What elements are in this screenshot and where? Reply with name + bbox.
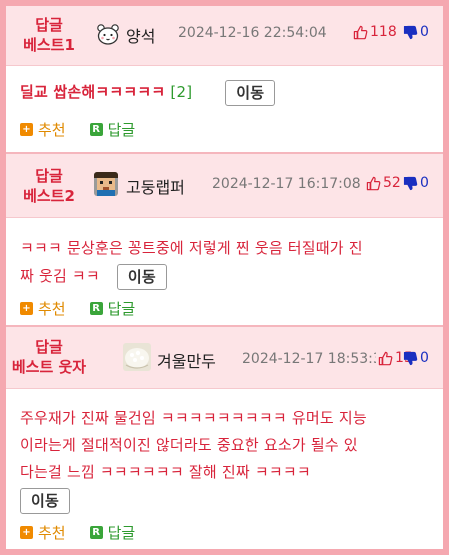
plus-icon: + — [20, 525, 33, 539]
downvote-button[interactable]: 0 — [403, 175, 429, 191]
comment-text-line: 짜 웃김 ㅋㅋ — [20, 267, 100, 285]
comment-text-line: ㅋㅋㅋ 문상훈은 꽁트중에 저렇게 찐 웃음 터질때가 진 — [20, 239, 363, 257]
comment-date: 2024-12-16 22:54:04 — [178, 25, 327, 41]
badge-line1: 답글 — [35, 16, 63, 34]
recommend-button[interactable]: + 추천 — [20, 119, 66, 140]
plus-icon: + — [20, 122, 33, 136]
best-comments-panel: 답글 베스트1 양석 2024-12-16 22:54:04 118 0 딜교 … — [6, 6, 443, 549]
comment-actions: + 추천 R 답글 — [20, 119, 135, 139]
comment-item: 답글 베스트2 고둥랩퍼 2024-12-17 16:17:08 52 0 ㅋㅋ… — [6, 154, 443, 326]
badge-line1: 답글 — [35, 167, 63, 185]
bear-face-icon — [96, 22, 120, 46]
downvote-count: 0 — [420, 24, 429, 40]
move-button[interactable]: 이동 — [116, 263, 167, 290]
recommend-button[interactable]: + 추천 — [20, 298, 66, 319]
reply-button[interactable]: R 답글 — [89, 119, 136, 140]
downvote-count: 0 — [420, 175, 429, 191]
best-badge: 답글 베스트1 — [6, 15, 92, 55]
comment-text-line: 주우재가 진짜 물건임 ㅋㅋㅋㅋㅋㅋㅋㅋㅋ 유머도 지능 — [20, 409, 367, 427]
badge-line2: 베스트 웃자 — [11, 358, 87, 376]
comment-header: 답글 베스트 웃자 겨울만두 2024-12-17 18:53:33 15 0 — [6, 327, 443, 389]
nickname[interactable]: 겨울만두 — [157, 348, 216, 372]
comment-date: 2024-12-17 16:17:08 — [212, 176, 361, 192]
thumbs-up-icon — [378, 351, 393, 365]
comment-header: 답글 베스트2 고둥랩퍼 2024-12-17 16:17:08 52 0 — [6, 154, 443, 218]
thumbs-down-icon — [403, 351, 418, 365]
comment-actions: + 추천 R 답글 — [20, 522, 135, 542]
comment-text: 딜교 쌉손해ㅋㅋㅋㅋㅋ — [20, 83, 166, 101]
recommend-label: 추천 — [38, 299, 66, 318]
reply-count[interactable]: [2] — [170, 83, 192, 101]
comment-text-line-wrap: 짜 웃김 ㅋㅋ 이동 — [20, 262, 433, 290]
thumbs-down-icon — [403, 176, 418, 190]
reply-r-icon: R — [89, 301, 103, 315]
downvote-button[interactable]: 0 — [403, 24, 429, 40]
reply-button[interactable]: R 답글 — [89, 298, 136, 319]
upvote-count: 118 — [370, 24, 397, 40]
comment-item: 답글 베스트1 양석 2024-12-16 22:54:04 118 0 딜교 … — [6, 6, 443, 156]
upvote-button[interactable]: 52 — [366, 175, 401, 191]
comment-header: 답글 베스트1 양석 2024-12-16 22:54:04 118 0 — [6, 6, 443, 66]
comment-actions: + 추천 R 답글 — [20, 298, 135, 318]
comment-item: 답글 베스트 웃자 겨울만두 2024-12-17 18:53:33 15 0 … — [6, 327, 443, 549]
recommend-label: 추천 — [38, 120, 66, 139]
downvote-count: 0 — [420, 350, 429, 366]
reply-r-icon: R — [89, 122, 103, 136]
nickname[interactable]: 양석 — [126, 23, 155, 47]
reply-label: 답글 — [107, 299, 136, 318]
nickname[interactable]: 고둥랩퍼 — [126, 174, 185, 198]
best-badge: 답글 베스트 웃자 — [6, 337, 92, 377]
downvote-button[interactable]: 0 — [403, 350, 429, 366]
comment-body: 주우재가 진짜 물건임 ㅋㅋㅋㅋㅋㅋㅋㅋㅋ 유머도 지능 이라는게 절대적이진 … — [20, 405, 433, 514]
recommend-button[interactable]: + 추천 — [20, 522, 66, 543]
upvote-button[interactable]: 118 — [353, 24, 397, 40]
move-button[interactable]: 이동 — [20, 487, 71, 514]
comment-text-line: 다는걸 느낌 ㅋㅋㅋㅋㅋㅋ 잘해 진짜 ㅋㅋㅋㅋ — [20, 463, 311, 481]
comment-body: ㅋㅋㅋ 문상훈은 꽁트중에 저렇게 찐 웃음 터질때가 진 짜 웃김 ㅋㅋ 이동 — [20, 234, 433, 290]
reply-r-icon: R — [89, 525, 103, 539]
recommend-label: 추천 — [38, 523, 66, 542]
reply-label: 답글 — [107, 523, 136, 542]
thumbs-up-icon — [353, 25, 368, 39]
upvote-count: 52 — [383, 175, 401, 191]
thumbs-up-icon — [366, 176, 381, 190]
plus-icon: + — [20, 301, 33, 315]
comment-date: 2024-12-17 18:53:33 — [242, 351, 391, 367]
comment-body: 딜교 쌉손해ㅋㅋㅋㅋㅋ [2] 이동 — [20, 79, 433, 106]
badge-line1: 답글 — [35, 338, 63, 356]
move-button-row: 이동 — [20, 487, 433, 514]
badge-line2: 베스트2 — [23, 187, 75, 205]
move-button[interactable]: 이동 — [225, 79, 276, 106]
best-badge: 답글 베스트2 — [6, 166, 92, 206]
pixel-character-icon — [94, 172, 118, 196]
reply-button[interactable]: R 답글 — [89, 522, 136, 543]
thumbs-down-icon — [403, 25, 418, 39]
badge-line2: 베스트1 — [23, 36, 75, 54]
rice-bowl-photo-icon — [123, 343, 151, 371]
reply-label: 답글 — [107, 120, 136, 139]
comment-text-line: 이라는게 절대적이진 않더라도 중요한 요소가 될수 있 — [20, 436, 358, 454]
